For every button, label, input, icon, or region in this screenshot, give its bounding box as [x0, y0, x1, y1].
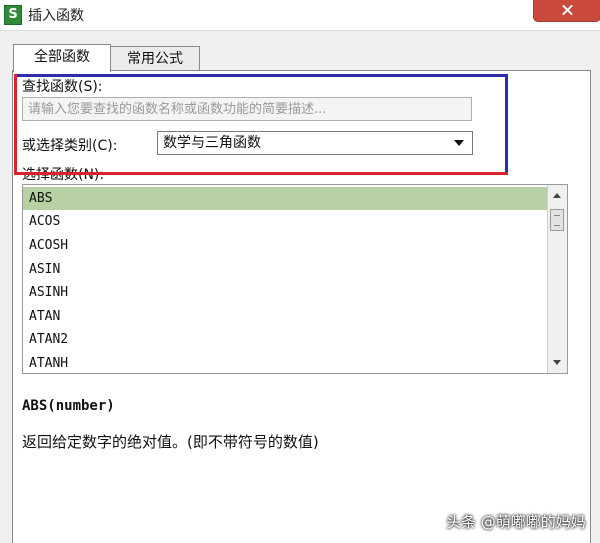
category-selected-value: 数学与三角函数	[163, 135, 261, 151]
function-description: 返回给定数字的绝对值。(即不带符号的数值)	[22, 433, 319, 451]
scroll-up-arrow-icon[interactable]	[553, 193, 561, 198]
function-list-label: 选择函数(N):	[22, 167, 105, 183]
list-item[interactable]: ASIN	[23, 258, 547, 281]
category-select[interactable]: 数学与三角函数	[157, 131, 473, 155]
list-item[interactable]: ACOS	[23, 210, 547, 233]
function-list[interactable]: ABS ACOS ACOSH ASIN ASINH ATAN ATAN2 ATA…	[22, 184, 568, 374]
list-item[interactable]: ACOSH	[23, 234, 547, 257]
wps-app-icon: S	[4, 5, 22, 25]
function-signature: ABS(number)	[22, 398, 115, 414]
tab-common-formulas[interactable]: 常用公式	[110, 46, 200, 71]
list-item[interactable]: ATAN2	[23, 328, 547, 351]
window-title: 插入函数	[28, 8, 84, 24]
list-item[interactable]: ASINH	[23, 281, 547, 304]
dropdown-arrow-icon[interactable]	[454, 140, 464, 146]
list-item[interactable]: ABS	[23, 187, 547, 210]
close-button[interactable]	[533, 0, 600, 22]
list-item[interactable]: ATAN	[23, 305, 547, 328]
title-bar: S 插入函数	[0, 0, 600, 31]
watermark-text: 头条 @萌嘟嘟的妈妈	[446, 513, 586, 531]
category-label: 或选择类别(C):	[22, 138, 118, 154]
list-scrollbar[interactable]	[547, 185, 567, 373]
scroll-down-arrow-icon[interactable]	[553, 360, 561, 365]
scroll-thumb[interactable]	[550, 209, 564, 231]
tab-all-functions[interactable]: 全部函数	[13, 44, 111, 72]
search-label: 查找函数(S):	[22, 79, 103, 95]
list-item[interactable]: ATANH	[23, 352, 547, 373]
search-input[interactable]: 请输入您要查找的函数名称或函数功能的简要描述...	[22, 97, 472, 121]
